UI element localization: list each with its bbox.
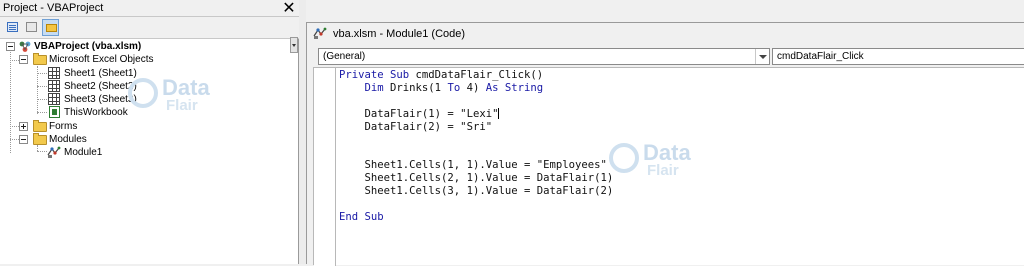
code-text: DataFlair(2) = "Sri": [364, 120, 493, 133]
module-icon: [47, 146, 61, 159]
collapse-icon[interactable]: [6, 42, 15, 51]
code-line[interactable]: DataFlair(1) = "Lexi": [339, 107, 1019, 121]
code-text: cmdDataFlair_Click(): [409, 69, 544, 81]
code-text: 4): [460, 81, 486, 94]
chevron-down-icon[interactable]: [755, 49, 769, 64]
toggle-folders-icon: [46, 24, 57, 32]
tree-label: Forms: [49, 121, 78, 132]
object-dropdown-value: (General): [323, 51, 366, 62]
code-text: Sheet1.Cells(2, 1).Value = DataFlair(1): [364, 172, 614, 185]
tree-item-sheet1[interactable]: Sheet1 (Sheet1): [0, 67, 200, 80]
code-text: Sheet1.Cells(1, 1).Value = "Employees": [364, 159, 607, 172]
code-line[interactable]: Dim Drinks(1 To 4) As String: [339, 82, 1019, 95]
procedure-dropdown-value: cmdDataFlair_Click: [777, 51, 864, 62]
code-window: vba.xlsm - Module1 (Code) (General) cmdD…: [306, 22, 1024, 266]
folder-icon: [33, 133, 47, 145]
project-explorer-toolbar: [0, 17, 299, 53]
code-text: Sheet1.Cells(3, 1).Value = DataFlair(2): [364, 185, 614, 198]
tree-item-vbaproject[interactable]: VBAProject (vba.xlsm): [0, 40, 200, 53]
code-keyword: Private Sub: [339, 69, 410, 81]
code-keyword: To: [447, 81, 461, 94]
pane-splitter[interactable]: [299, 0, 306, 264]
tree-label: Sheet3 (Sheet3): [64, 94, 137, 105]
code-line[interactable]: Sheet1.Cells(2, 1).Value = DataFlair(1): [339, 172, 1019, 185]
code-line[interactable]: [339, 198, 1019, 211]
tree-item-sheet2[interactable]: Sheet2 (Sheet2): [0, 80, 200, 93]
folder-icon: [33, 120, 47, 132]
code-line[interactable]: Sheet1.Cells(3, 1).Value = DataFlair(2): [339, 185, 1019, 198]
view-object-button[interactable]: [23, 19, 40, 36]
code-window-icon: [313, 27, 327, 40]
tree-label: Sheet2 (Sheet2): [64, 81, 137, 92]
tree-item-sheet3[interactable]: Sheet3 (Sheet3): [0, 93, 200, 106]
tree-item-modules[interactable]: Modules: [0, 133, 200, 146]
procedure-dropdown[interactable]: cmdDataFlair_Click: [772, 48, 1024, 65]
toggle-folders-button[interactable]: [42, 19, 59, 36]
code-line[interactable]: End Sub: [339, 211, 1019, 224]
code-line[interactable]: [339, 146, 1019, 159]
code-line[interactable]: DataFlair(2) = "Sri": [339, 121, 1019, 134]
close-icon[interactable]: ✕: [281, 0, 297, 16]
collapse-icon[interactable]: [19, 135, 28, 144]
project-explorer-titlebar: Project - VBAProject ✕: [0, 0, 299, 17]
collapse-icon[interactable]: [19, 55, 28, 64]
view-code-icon: [7, 22, 18, 32]
object-dropdown[interactable]: (General): [318, 48, 770, 65]
worksheet-icon: [48, 67, 60, 79]
code-line[interactable]: Sheet1.Cells(1, 1).Value = "Employees": [339, 159, 1019, 172]
code-text: DataFlair(1) = "Lexi": [364, 107, 499, 120]
tree-item-forms[interactable]: Forms: [0, 120, 200, 133]
expand-icon[interactable]: [19, 122, 28, 131]
tree-label: ThisWorkbook: [64, 107, 128, 118]
code-keyword: As String: [485, 81, 544, 94]
tree-item-thisworkbook[interactable]: ThisWorkbook: [0, 106, 200, 119]
code-line[interactable]: [339, 95, 1019, 108]
code-lines: Private Sub cmdDataFlair_Click() Dim Dri…: [339, 69, 1019, 224]
code-keyword: End Sub: [339, 210, 384, 223]
code-line[interactable]: [339, 133, 1019, 146]
worksheet-icon: [48, 93, 60, 105]
code-line[interactable]: Private Sub cmdDataFlair_Click(): [339, 69, 1019, 82]
tree-label: Module1: [64, 147, 103, 158]
code-window-title: vba.xlsm - Module1 (Code): [333, 28, 466, 40]
tree-label: Sheet1 (Sheet1): [64, 68, 137, 79]
tree-item-module1[interactable]: Module1: [0, 146, 200, 159]
tree-label: Microsoft Excel Objects: [49, 54, 154, 65]
margin-indicator-bar[interactable]: [314, 68, 336, 266]
vba-project-icon: [18, 40, 32, 53]
folder-icon: [33, 53, 47, 65]
code-keyword: Dim: [364, 81, 384, 94]
tree-label: Modules: [49, 134, 87, 145]
tree-item-excel-objects[interactable]: Microsoft Excel Objects: [0, 53, 200, 66]
code-editor[interactable]: Private Sub cmdDataFlair_Click() Dim Dri…: [313, 67, 1024, 266]
code-text: Drinks(1: [383, 81, 448, 94]
text-caret: [498, 107, 500, 119]
code-window-titlebar: vba.xlsm - Module1 (Code): [307, 23, 1024, 45]
project-tree: VBAProject (vba.xlsm) Microsoft Excel Ob…: [0, 39, 299, 264]
view-code-button[interactable]: [4, 19, 21, 36]
view-object-icon: [26, 22, 37, 32]
worksheet-icon: [48, 80, 60, 92]
project-explorer-title: Project - VBAProject: [3, 2, 104, 14]
project-explorer-pane: Project - VBAProject ✕ VBAProject (vba.x…: [0, 0, 299, 264]
tree-label: VBAProject (vba.xlsm): [34, 41, 142, 52]
workbook-icon: [49, 106, 60, 118]
